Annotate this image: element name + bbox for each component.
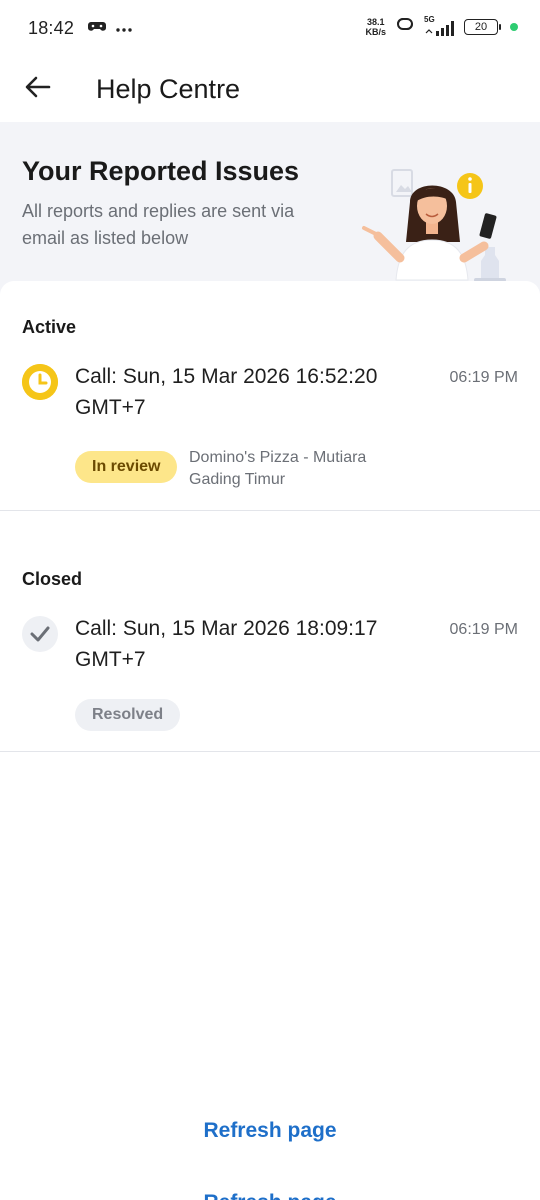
section-label-closed: Closed — [22, 569, 83, 589]
support-woman-illustration — [352, 162, 522, 297]
issue-time: 06:19 PM — [449, 369, 518, 386]
issue-title: Call: Sun, 15 Mar 2026 18:09:17 GMT+7 — [75, 617, 378, 671]
divider — [0, 751, 540, 752]
issue-time: 06:19 PM — [449, 621, 518, 638]
issue-item-closed[interactable]: Call: Sun, 15 Mar 2026 18:09:17 GMT+7 06… — [0, 611, 540, 736]
arrow-left-icon — [25, 76, 51, 103]
refresh-page-button-secondary[interactable]: Refresh page — [0, 1191, 540, 1200]
status-badge: Resolved — [75, 699, 181, 731]
app-bar: Help Centre — [0, 56, 540, 122]
status-badge: In review — [75, 451, 178, 483]
banner-subtitle: All reports and replies are sent via ema… — [22, 201, 295, 248]
issue-item-active[interactable]: Call: Sun, 15 Mar 2026 16:52:20 GMT+7 06… — [0, 359, 540, 499]
signal-icon: 5G — [424, 15, 456, 36]
divider — [0, 510, 540, 511]
check-icon — [22, 616, 58, 652]
banner-title: Your Reported Issues — [22, 156, 300, 186]
privacy-indicator-dot — [510, 22, 518, 31]
more-dots-icon — [116, 19, 132, 37]
battery-icon: 20 — [464, 18, 501, 35]
game-controller-icon — [88, 19, 107, 38]
issues-card: Active Call: Sun, 15 Mar 2026 16:52:20 G… — [0, 281, 540, 1200]
page-title: Help Centre — [96, 73, 241, 104]
network-speed: 38.1 KB/s — [365, 16, 386, 37]
issue-title: Call: Sun, 15 Mar 2026 16:52:20 GMT+7 — [75, 365, 378, 419]
store-name: Domino's Pizza - Mutiara Gading Timur — [189, 449, 367, 488]
status-bar: 18:42 38.1 KB/s 5G 20 — [0, 0, 540, 56]
issues-banner: Your Reported Issues All reports and rep… — [0, 122, 540, 297]
section-label-active: Active — [22, 317, 77, 337]
hotspot-icon — [394, 16, 416, 37]
status-time: 18:42 — [28, 17, 75, 38]
refresh-page-button[interactable]: Refresh page — [0, 1119, 540, 1143]
back-button[interactable] — [18, 69, 58, 109]
clock-icon — [22, 364, 58, 400]
